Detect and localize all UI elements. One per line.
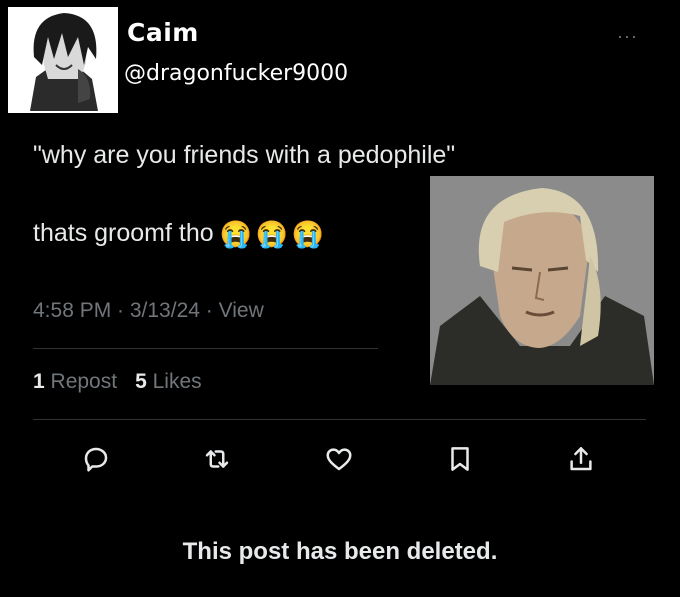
bookmark-button[interactable] — [442, 441, 478, 477]
like-icon — [326, 448, 352, 471]
more-options-icon[interactable]: ··· — [617, 26, 638, 47]
repost-stat[interactable]: 1 Repost — [33, 370, 117, 394]
crying-emoji-icon: 😭 — [255, 218, 289, 249]
crying-emoji-icon: 😭 — [291, 218, 325, 249]
share-button[interactable] — [563, 441, 599, 477]
post-stats: 1 Repost 5 Likes — [33, 370, 202, 394]
like-button[interactable] — [321, 441, 357, 477]
repost-icon — [205, 450, 229, 468]
post-text: thats groomf tho 😭 😭 😭 — [33, 218, 325, 249]
deleted-notice: This post has been deleted. — [182, 538, 498, 565]
post-timestamp[interactable]: 4:58 PM · 3/13/24 · View — [33, 299, 264, 323]
likes-stat[interactable]: 5 Likes — [135, 370, 202, 394]
divider — [33, 348, 378, 349]
repost-count: 1 — [33, 370, 45, 393]
likes-count: 5 — [135, 370, 147, 393]
share-icon — [570, 447, 592, 471]
divider — [33, 419, 646, 420]
quoted-text: "why are you friends with a pedophile" — [33, 141, 456, 169]
avatar[interactable] — [8, 7, 118, 113]
crying-emoji-icon: 😭 — [219, 218, 253, 249]
display-name[interactable]: Caim — [127, 18, 199, 47]
attached-image[interactable] — [430, 176, 654, 385]
reply-button[interactable] — [78, 441, 114, 477]
reply-icon — [84, 447, 108, 472]
repost-button[interactable] — [199, 441, 235, 477]
likes-label: Likes — [152, 370, 202, 393]
bookmark-icon — [451, 447, 469, 471]
repost-label: Repost — [50, 370, 118, 393]
user-handle[interactable]: @dragonfucker9000 — [124, 61, 348, 86]
reply-text: thats groomf tho — [33, 219, 214, 247]
